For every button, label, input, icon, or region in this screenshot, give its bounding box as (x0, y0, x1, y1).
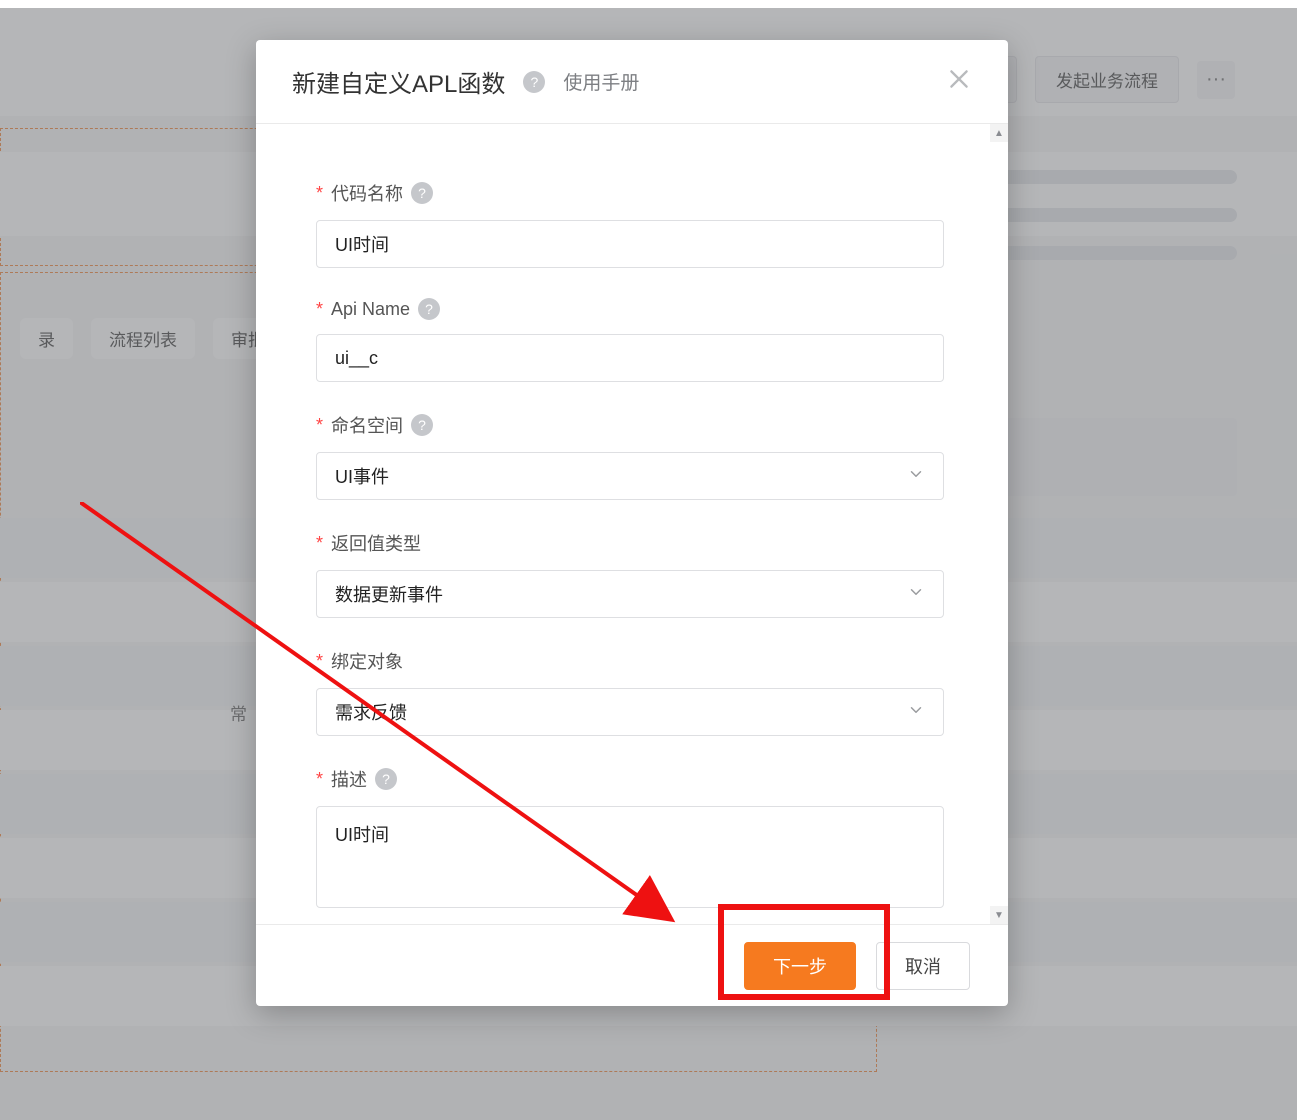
scroll-up-icon[interactable]: ▲ (990, 124, 1008, 142)
label-description: 描述 (331, 766, 367, 792)
select-bind-object[interactable]: 需求反馈 (316, 688, 944, 736)
close-button[interactable] (946, 66, 972, 97)
select-return-type-value: 数据更新事件 (335, 581, 443, 607)
select-namespace-value: UI事件 (335, 463, 389, 489)
help-icon[interactable]: ? (411, 182, 433, 204)
scroll-down-icon[interactable]: ▼ (990, 906, 1008, 924)
required-mark: * (316, 533, 323, 554)
next-button[interactable]: 下一步 (744, 942, 856, 990)
close-icon (946, 66, 972, 92)
chevron-down-icon (907, 701, 925, 724)
required-mark: * (316, 183, 323, 204)
field-bind-object: * 绑定对象 需求反馈 (316, 648, 948, 736)
label-bind-object: 绑定对象 (331, 648, 403, 674)
field-description: * 描述 ? UI时间 (316, 766, 948, 908)
field-return-type: * 返回值类型 数据更新事件 (316, 530, 948, 618)
cancel-button[interactable]: 取消 (876, 942, 970, 990)
help-icon[interactable]: ? (375, 768, 397, 790)
label-api-name: Api Name (331, 299, 410, 320)
create-apl-function-modal: 新建自定义APL函数 ? 使用手册 ▲ ▼ * 代码名称 ? UI时间 * Ap… (256, 40, 1008, 1006)
field-code-name: * 代码名称 ? UI时间 (316, 180, 948, 268)
help-icon[interactable]: ? (523, 71, 545, 93)
required-mark: * (316, 299, 323, 320)
modal-footer: 下一步 取消 (256, 924, 1008, 1006)
required-mark: * (316, 769, 323, 790)
select-namespace[interactable]: UI事件 (316, 452, 944, 500)
label-return-type: 返回值类型 (331, 530, 421, 556)
help-icon[interactable]: ? (418, 298, 440, 320)
label-namespace: 命名空间 (331, 412, 403, 438)
modal-title: 新建自定义APL函数 (292, 64, 505, 99)
chevron-down-icon (907, 583, 925, 606)
label-code-name: 代码名称 (331, 180, 403, 206)
textarea-description[interactable]: UI时间 (316, 806, 944, 908)
select-bind-object-value: 需求反馈 (335, 699, 407, 725)
scrollbar[interactable]: ▲ ▼ (990, 124, 1008, 924)
input-code-name[interactable]: UI时间 (316, 220, 944, 268)
select-return-type[interactable]: 数据更新事件 (316, 570, 944, 618)
chevron-down-icon (907, 465, 925, 488)
modal-header: 新建自定义APL函数 ? 使用手册 (256, 40, 1008, 124)
manual-link[interactable]: 使用手册 (563, 68, 639, 95)
modal-body: ▲ ▼ * 代码名称 ? UI时间 * Api Name ? ui__c * (256, 124, 1008, 924)
required-mark: * (316, 651, 323, 672)
input-api-name[interactable]: ui__c (316, 334, 944, 382)
field-api-name: * Api Name ? ui__c (316, 298, 948, 382)
help-icon[interactable]: ? (411, 414, 433, 436)
required-mark: * (316, 415, 323, 436)
field-namespace: * 命名空间 ? UI事件 (316, 412, 948, 500)
